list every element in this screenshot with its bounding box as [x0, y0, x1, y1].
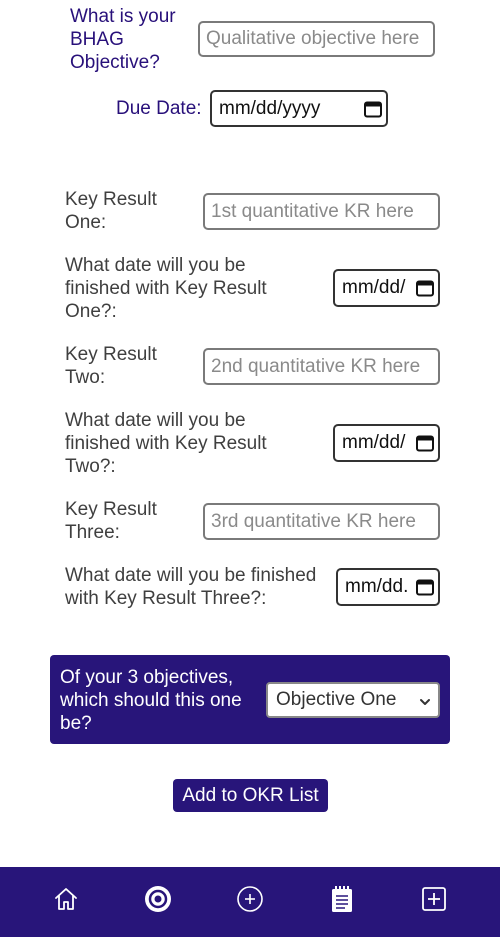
kr2-label: Key Result Two:: [65, 344, 157, 388]
objective-choice-label: Of your 3 objectives, which should this …: [60, 667, 242, 734]
calendar-icon[interactable]: [412, 430, 438, 456]
kr1-input[interactable]: [203, 193, 440, 230]
kr3-date-label: What date will you be finished with Key …: [65, 565, 317, 609]
objective-select-value: Objective One: [276, 689, 397, 710]
kr2-date-input[interactable]: mm/dd/: [333, 424, 440, 462]
objective-input[interactable]: [198, 21, 435, 57]
add-to-okr-list-button[interactable]: Add to OKR List: [173, 779, 328, 812]
kr2-date-placeholder: mm/dd/: [342, 432, 406, 453]
target-icon: [144, 885, 172, 918]
due-date-label: Due Date:: [116, 98, 202, 119]
calendar-icon[interactable]: [360, 96, 386, 122]
kr1-date-placeholder: mm/dd/: [342, 277, 406, 298]
kr1-label: Key Result One:: [65, 189, 157, 233]
kr3-label: Key Result Three:: [65, 499, 157, 543]
kr2-input[interactable]: [203, 348, 440, 385]
kr3-date-input[interactable]: mm/dd.: [336, 568, 440, 606]
due-date-placeholder: mm/dd/yyyy: [219, 97, 321, 119]
plus-square-icon: [420, 885, 448, 918]
nav-notepad[interactable]: [326, 885, 358, 917]
kr3-date-placeholder: mm/dd.: [345, 576, 409, 597]
objective-label: What is your BHAG Objective?: [70, 6, 176, 73]
chevron-down-icon: [418, 693, 432, 707]
nav-target[interactable]: [142, 885, 174, 917]
nav-add-square[interactable]: [418, 885, 450, 917]
bottom-navbar: [0, 867, 500, 937]
calendar-icon[interactable]: [412, 574, 438, 600]
objective-choice-panel: Of your 3 objectives, which should this …: [50, 655, 450, 744]
plus-circle-icon: [236, 885, 264, 918]
objective-select[interactable]: Objective One: [266, 682, 440, 718]
home-icon: [52, 885, 80, 918]
nav-add-circle[interactable]: [234, 885, 266, 917]
kr1-date-input[interactable]: mm/dd/: [333, 269, 440, 307]
nav-home[interactable]: [50, 885, 82, 917]
kr2-date-label: What date will you be finished with Key …: [65, 410, 267, 477]
notepad-icon: [329, 885, 355, 918]
calendar-icon[interactable]: [412, 275, 438, 301]
kr1-date-label: What date will you be finished with Key …: [65, 255, 267, 322]
kr3-input[interactable]: [203, 503, 440, 540]
due-date-input[interactable]: mm/dd/yyyy: [210, 90, 388, 127]
